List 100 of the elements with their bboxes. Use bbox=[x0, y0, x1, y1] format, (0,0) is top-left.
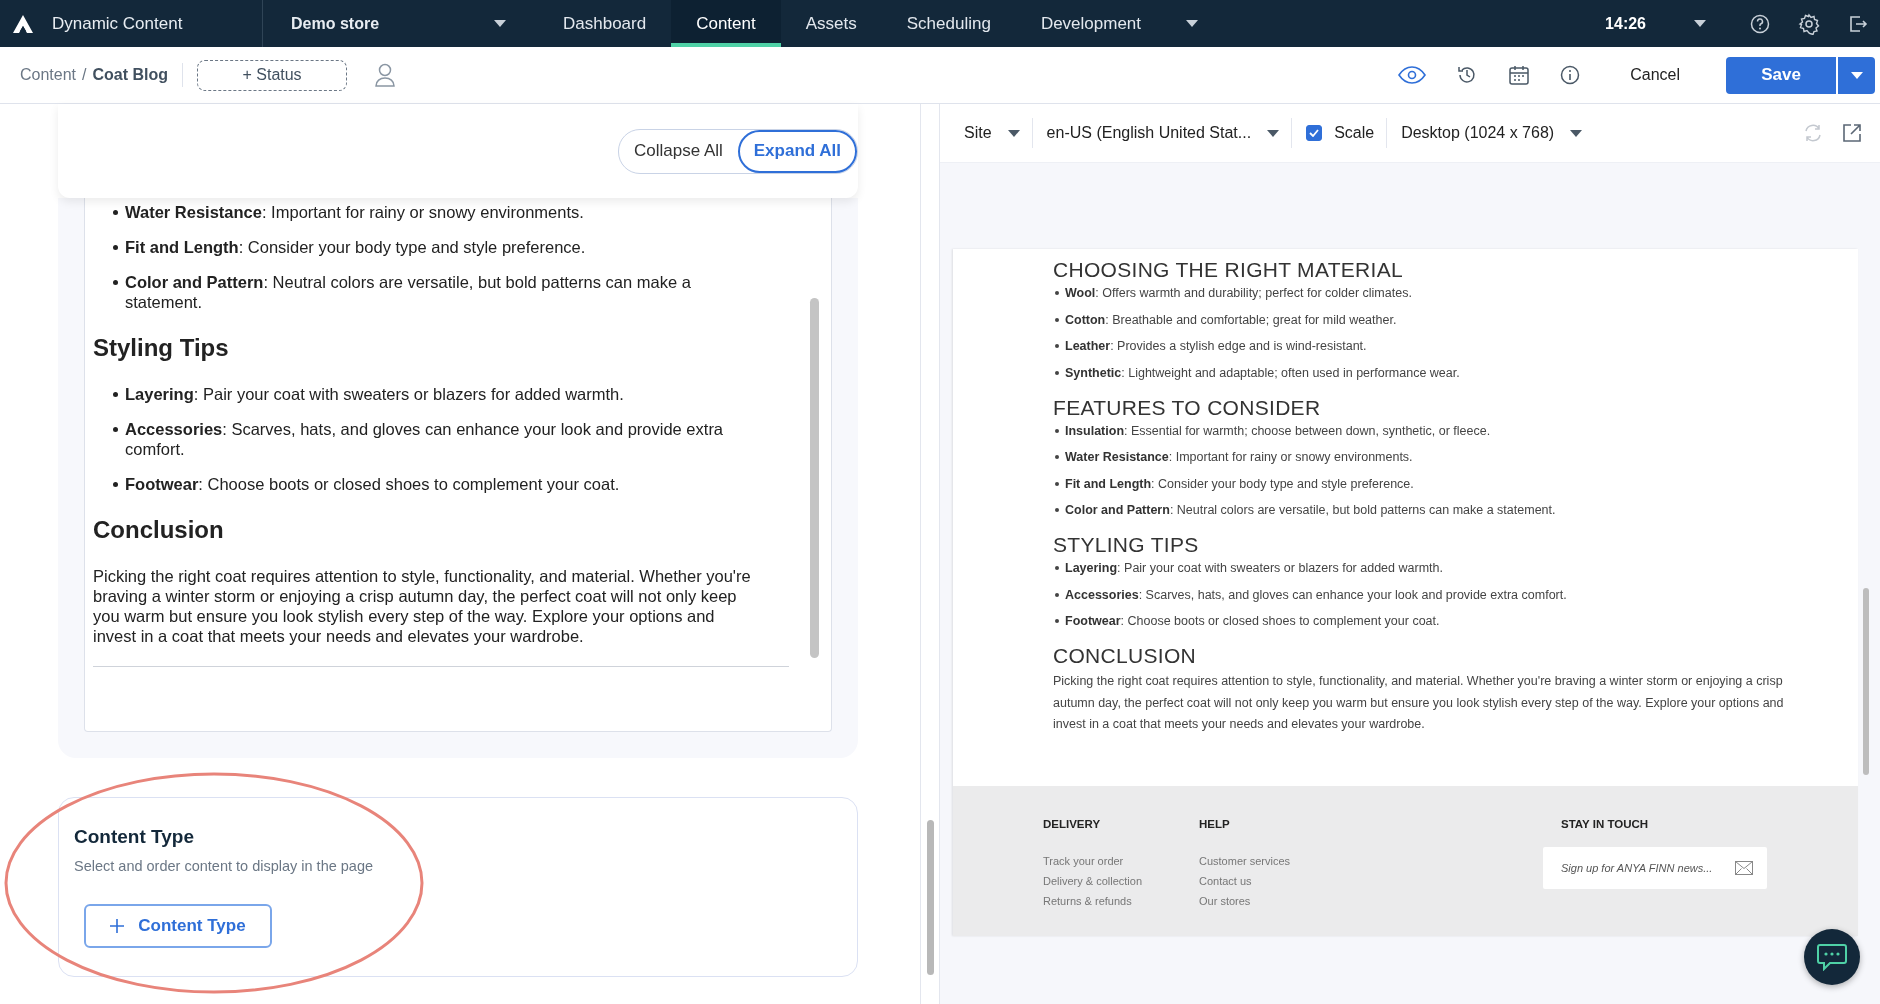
list-item: Footwear: Choose boots or closed shoes to complement your coat. bbox=[1055, 613, 1818, 629]
bullet-icon bbox=[113, 210, 118, 215]
nav-tab[interactable]: Content bbox=[671, 0, 781, 47]
list-item: Leather: Provides a stylish edge and is wind-resistant. bbox=[1055, 338, 1818, 354]
bullet-icon bbox=[1055, 508, 1059, 512]
bullet-icon bbox=[113, 245, 118, 250]
calendar-icon[interactable] bbox=[1508, 64, 1531, 86]
list-item: Layering: Pair your coat with sweaters or blazers for added warmth. bbox=[1055, 560, 1818, 576]
cancel-button[interactable]: Cancel bbox=[1624, 65, 1686, 85]
caret-icon bbox=[494, 20, 506, 27]
chat-bubble-icon bbox=[1816, 943, 1848, 971]
bullet-icon bbox=[1055, 592, 1059, 597]
breadcrumb-link[interactable]: Content bbox=[20, 66, 77, 84]
footer-heading: HELP bbox=[1199, 818, 1231, 830]
help-icon[interactable] bbox=[1750, 13, 1770, 34]
caret-icon bbox=[1850, 71, 1863, 79]
hub-selector[interactable]: Demo store bbox=[262, 0, 538, 47]
external-link-icon[interactable] bbox=[1842, 123, 1862, 143]
check-icon bbox=[1309, 129, 1320, 137]
site-dropdown[interactable]: Site bbox=[964, 118, 1033, 148]
list-item: Synthetic: Lightweight and adaptable; often used in performance wear. bbox=[1055, 364, 1818, 381]
logo-icon[interactable] bbox=[12, 13, 34, 34]
footer-heading: STAY IN TOUCH bbox=[1561, 818, 1650, 830]
list-item: Footwear: Choose boots or closed shoes to complement your coat. bbox=[113, 474, 755, 494]
scale-checkbox[interactable] bbox=[1306, 125, 1323, 141]
section-heading: CHOOSING THE RIGHT MATERIAL bbox=[1053, 257, 1404, 283]
bullet-icon bbox=[1055, 291, 1059, 295]
list-item: Color and Pattern: Neutral colors are versatile, but bold patterns can make a statement. bbox=[1055, 502, 1818, 518]
add-content-type-button[interactable]: Content Type bbox=[84, 904, 272, 948]
bullet-icon bbox=[1055, 566, 1059, 570]
list-item: Color and Pattern: Neutral colors are versatile, but bold patterns can make a statement. bbox=[113, 272, 755, 312]
settings-icon[interactable] bbox=[1798, 12, 1820, 35]
toggle-option[interactable]: Collapse All bbox=[618, 129, 738, 173]
list-item: Fit and Length: Consider your body type and style preference. bbox=[1055, 475, 1818, 492]
app-name: Dynamic Content bbox=[52, 13, 184, 34]
bullet-icon bbox=[1055, 317, 1059, 322]
bullet-icon bbox=[1055, 481, 1059, 486]
info-icon[interactable] bbox=[1560, 65, 1581, 85]
footer-heading: DELIVERY bbox=[1043, 818, 1102, 830]
scrollbar-thumb[interactable] bbox=[927, 820, 934, 975]
footer-link[interactable]: Our stores bbox=[1199, 895, 1355, 907]
section-heading: Styling Tips bbox=[93, 334, 230, 362]
toggle-option[interactable]: Expand All bbox=[737, 129, 857, 173]
list-item: Accessories: Scarves, hats, and gloves can enhance your look and provide extra comfort. bbox=[1055, 586, 1818, 603]
breadcrumb-separator: / bbox=[82, 66, 87, 84]
device-dropdown[interactable]: Desktop (1024 x 768) bbox=[1401, 118, 1595, 148]
bullet-icon bbox=[113, 392, 118, 397]
paragraph: Picking the right coat requires attention to style, functionality, and material. Whether you're braving a winter storm or enjoying a crisp autumn day, the perfect coat will not only keep you warm but ensure you look stylish every step of the way. Explore your options and invest in a coat that meets your needs and elevates your wardrobe. bbox=[1053, 673, 1785, 733]
chat-button[interactable] bbox=[1804, 929, 1860, 985]
footer-link[interactable]: Contact us bbox=[1199, 875, 1355, 887]
scale-label: Scale bbox=[1334, 124, 1375, 142]
footer-link[interactable]: Track your order bbox=[1043, 855, 1199, 867]
footer-link[interactable]: Customer services bbox=[1199, 855, 1355, 867]
bullet-icon bbox=[1055, 428, 1059, 433]
scrollbar-thumb[interactable] bbox=[1863, 588, 1869, 775]
bullet-icon bbox=[1055, 619, 1059, 623]
envelope-icon[interactable] bbox=[1735, 861, 1753, 875]
card-title: Content Type bbox=[74, 826, 195, 848]
breadcrumb-link[interactable]: Coat Blog bbox=[92, 66, 169, 84]
person-icon[interactable] bbox=[375, 63, 396, 87]
caret-icon bbox=[1694, 20, 1706, 27]
bullet-icon bbox=[113, 427, 118, 432]
list-item: Insulation: Essential for warmth; choose between down, synthetic, or fleece. bbox=[1055, 422, 1818, 439]
list-item: Water Resistance: Important for rainy or snowy environments. bbox=[1055, 449, 1818, 465]
section-heading: FEATURES TO CONSIDER bbox=[1053, 394, 1322, 421]
locale-dropdown[interactable]: en-US (English United Stat... bbox=[1046, 118, 1293, 148]
list-item: Fit and Length: Consider your body type and style preference. bbox=[113, 237, 755, 257]
list-item: Cotton: Breathable and comfortable; great for mild weather. bbox=[1055, 311, 1818, 328]
caret-icon bbox=[1267, 129, 1280, 137]
newsletter-field[interactable]: Sign up for ANYA FINN news... bbox=[1543, 847, 1767, 889]
bullet-icon bbox=[1055, 370, 1059, 375]
plus-icon bbox=[110, 919, 125, 933]
card-subtitle: Select and order content to display in the page bbox=[74, 858, 375, 874]
save-menu-button[interactable] bbox=[1838, 56, 1875, 94]
status-button[interactable]: + Status bbox=[197, 59, 348, 91]
caret-icon bbox=[1007, 129, 1020, 137]
caret-icon bbox=[1570, 129, 1583, 137]
section-heading: STYLING TIPS bbox=[1053, 532, 1200, 558]
footer-link[interactable]: Delivery & collection bbox=[1043, 875, 1199, 887]
nav-tab[interactable]: Development bbox=[1015, 0, 1167, 47]
nav-tab[interactable]: Assets bbox=[780, 0, 882, 47]
save-button[interactable]: Save bbox=[1726, 56, 1836, 94]
paragraph: Picking the right coat requires attention to style, functionality, and material. Whether you're braving a winter storm or enjoying a crisp autumn day, the perfect coat will not only keep you warm but ensure you look stylish every step of the way. Explore your options and invest in a coat that meets your needs and elevates your wardrobe. bbox=[93, 566, 752, 646]
bullet-icon bbox=[1055, 455, 1059, 459]
clock: 14:26 bbox=[1605, 14, 1646, 33]
section-heading: CONCLUSION bbox=[1053, 643, 1198, 669]
logout-icon[interactable] bbox=[1848, 13, 1868, 34]
nav-tab[interactable]: Dashboard bbox=[538, 0, 672, 47]
list-item: Wool: Offers warmth and durability; perfect for colder climates. bbox=[1055, 285, 1818, 301]
list-item: Water Resistance: Important for rainy or snowy environments. bbox=[113, 202, 755, 222]
section-heading: Conclusion bbox=[93, 516, 225, 544]
nav-tab[interactable]: Scheduling bbox=[881, 0, 1016, 47]
scrollbar-thumb[interactable] bbox=[810, 298, 819, 658]
eye-icon[interactable] bbox=[1398, 66, 1427, 84]
list-item: Accessories: Scarves, hats, and gloves can enhance your look and provide extra comfort. bbox=[113, 419, 755, 459]
footer-link[interactable]: Returns & refunds bbox=[1043, 895, 1199, 907]
list-item: Layering: Pair your coat with sweaters or blazers for added warmth. bbox=[113, 384, 755, 404]
bullet-icon bbox=[1055, 344, 1059, 348]
caret-icon bbox=[1186, 20, 1199, 27]
bullet-icon bbox=[113, 280, 118, 285]
